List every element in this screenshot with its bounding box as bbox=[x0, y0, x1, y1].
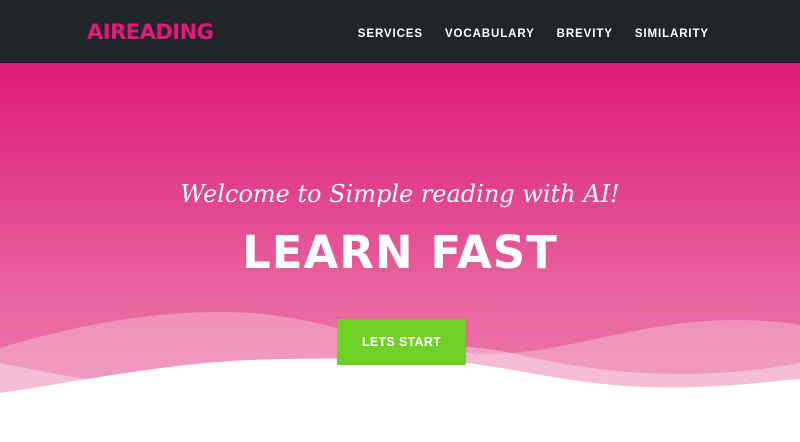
nav-item-brevity: BREVITY bbox=[535, 24, 613, 42]
navbar: AIREADING SERVICES VOCABULARY BREVITY SI… bbox=[0, 0, 800, 63]
nav-item-vocabulary: VOCABULARY bbox=[423, 24, 535, 42]
nav-menu: SERVICES VOCABULARY BREVITY SIMILARITY bbox=[336, 24, 709, 42]
hero-heading: LEARN FAST bbox=[242, 226, 558, 279]
nav-link-similarity[interactable]: SIMILARITY bbox=[635, 28, 709, 40]
hero-section: Welcome to Simple reading with AI! LEARN… bbox=[0, 63, 800, 442]
nav-item-services: SERVICES bbox=[336, 24, 423, 42]
nav-link-brevity[interactable]: BREVITY bbox=[557, 28, 613, 40]
lets-start-button[interactable]: LETS START bbox=[337, 319, 466, 365]
hero-subheading: Welcome to Simple reading with AI! bbox=[180, 180, 620, 208]
nav-link-vocabulary[interactable]: VOCABULARY bbox=[445, 28, 535, 40]
brand-logo[interactable]: AIREADING bbox=[87, 18, 214, 46]
nav-item-similarity: SIMILARITY bbox=[613, 24, 709, 42]
page: AIREADING SERVICES VOCABULARY BREVITY SI… bbox=[0, 0, 800, 442]
nav-link-services[interactable]: SERVICES bbox=[358, 28, 423, 40]
